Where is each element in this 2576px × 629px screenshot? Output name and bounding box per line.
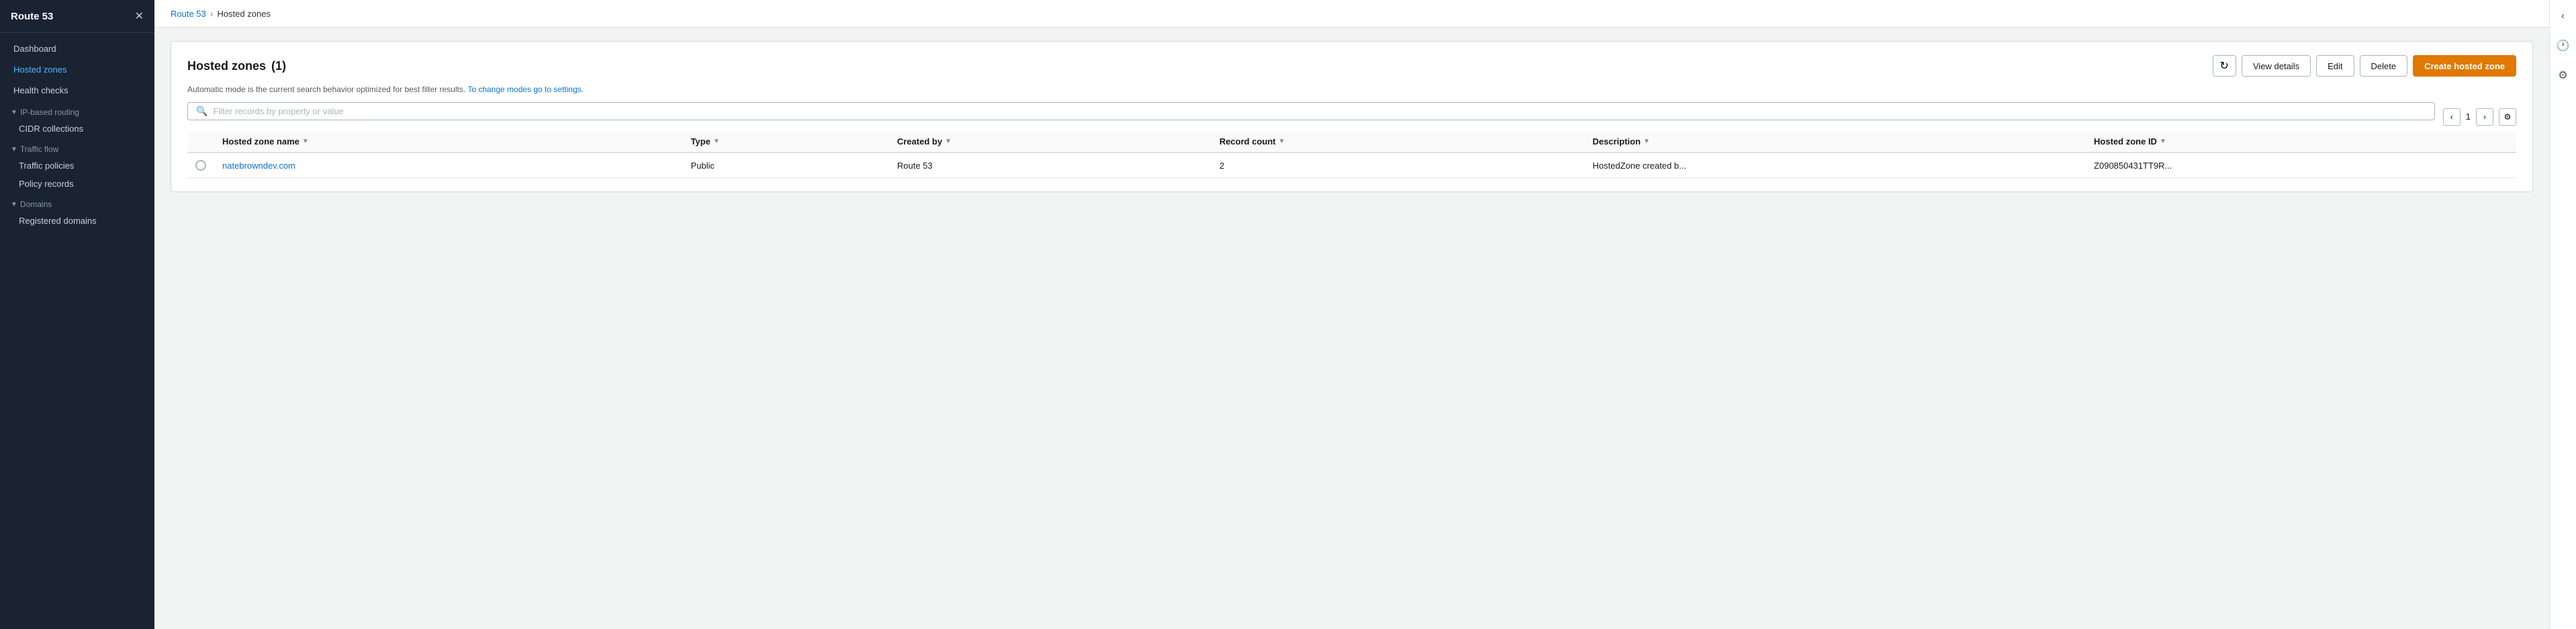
sidebar-item-traffic-policies[interactable]: Traffic policies: [0, 157, 154, 175]
chevron-down-icon: ▼: [11, 201, 17, 208]
hosted-zone-name-link[interactable]: natebrowndev.com: [222, 161, 295, 171]
right-panel: ‹ 🕐 ⚙: [2549, 0, 2576, 629]
view-details-button[interactable]: View details: [2242, 55, 2311, 77]
sidebar-nav: Dashboard Hosted zones Health checks ▼ I…: [0, 33, 154, 235]
row-record-count-cell: 2: [1211, 153, 1585, 178]
create-hosted-zone-button[interactable]: Create hosted zone: [2413, 55, 2516, 77]
sort-icon: ▼: [302, 138, 309, 145]
row-radio-button[interactable]: [195, 160, 206, 171]
sidebar-section-ip-routing[interactable]: ▼ IP-based routing: [0, 101, 154, 120]
table-body: natebrowndev.com Public Route 53 2 Hoste: [187, 153, 2516, 178]
chevron-down-icon: ▼: [11, 146, 17, 153]
hosted-zones-card: Hosted zones (1) ↻ View details Edit Del…: [171, 41, 2533, 192]
breadcrumb-link-route53[interactable]: Route 53: [171, 9, 206, 19]
row-description-cell: HostedZone created b...: [1585, 153, 2086, 178]
sidebar-item-cidr-collections[interactable]: CIDR collections: [0, 120, 154, 138]
sidebar-section-domains[interactable]: ▼ Domains: [0, 193, 154, 212]
breadcrumb-current-page: Hosted zones: [217, 9, 271, 19]
table-settings-button[interactable]: ⚙: [2499, 108, 2516, 126]
card-header: Hosted zones (1) ↻ View details Edit Del…: [187, 55, 2516, 77]
row-select-cell: [187, 153, 214, 178]
chevron-left-icon[interactable]: ‹: [2554, 7, 2573, 26]
hosted-zones-count: (1): [271, 59, 286, 73]
sidebar: Route 53 ✕ Dashboard Hosted zones Health…: [0, 0, 154, 629]
sidebar-section-traffic-flow[interactable]: ▼ Traffic flow: [0, 138, 154, 157]
search-bar: 🔍: [187, 102, 2435, 120]
search-input[interactable]: [213, 106, 2426, 116]
card-title-group: Hosted zones (1): [187, 59, 286, 73]
sort-icon: ▼: [1643, 138, 1650, 145]
prev-page-button[interactable]: ‹: [2443, 108, 2460, 126]
next-page-button[interactable]: ›: [2476, 108, 2493, 126]
edit-button[interactable]: Edit: [2316, 55, 2354, 77]
page-number: 1: [2466, 112, 2471, 122]
main-content: Route 53 › Hosted zones Hosted zones (1)…: [154, 0, 2549, 629]
sort-icon: ▼: [1279, 138, 1285, 145]
breadcrumb-separator: ›: [210, 8, 214, 19]
search-row: 🔍 ‹ 1 › ⚙: [187, 102, 2516, 131]
sidebar-item-health-checks[interactable]: Health checks: [0, 80, 154, 101]
hosted-zones-table: Hosted zone name ▼ Type ▼: [187, 131, 2516, 178]
info-text: Automatic mode is the current search beh…: [187, 85, 2516, 94]
col-created-by: Created by ▼: [889, 131, 1211, 153]
col-hosted-zone-name: Hosted zone name ▼: [214, 131, 683, 153]
row-hosted-zone-id-cell: Z090850431TT9R...: [2086, 153, 2516, 178]
col-description: Description ▼: [1585, 131, 2086, 153]
refresh-icon: ↻: [2220, 59, 2229, 73]
col-type: Type ▼: [683, 131, 889, 153]
card-actions: ↻ View details Edit Delete Create hosted…: [2213, 55, 2516, 77]
table-header: Hosted zone name ▼ Type ▼: [187, 131, 2516, 153]
search-icon: 🔍: [196, 106, 208, 117]
sort-icon: ▼: [945, 138, 952, 145]
clock-icon[interactable]: 🕐: [2554, 36, 2573, 55]
sidebar-item-policy-records[interactable]: Policy records: [0, 175, 154, 193]
card-title: Hosted zones: [187, 59, 266, 73]
col-record-count: Record count ▼: [1211, 131, 1585, 153]
sidebar-title: Route 53: [11, 11, 53, 22]
delete-button[interactable]: Delete: [2360, 55, 2408, 77]
sidebar-item-hosted-zones[interactable]: Hosted zones: [0, 59, 154, 80]
sidebar-item-registered-domains[interactable]: Registered domains: [0, 212, 154, 230]
chevron-down-icon: ▼: [11, 109, 17, 116]
col-hosted-zone-id: Hosted zone ID ▼: [2086, 131, 2516, 153]
settings-icon[interactable]: ⚙: [2554, 66, 2573, 85]
refresh-button[interactable]: ↻: [2213, 55, 2236, 77]
sidebar-item-dashboard[interactable]: Dashboard: [0, 38, 154, 59]
breadcrumb: Route 53 › Hosted zones: [154, 0, 2549, 28]
content-area: Hosted zones (1) ↻ View details Edit Del…: [154, 28, 2549, 629]
col-select: [187, 131, 214, 153]
table-row: natebrowndev.com Public Route 53 2 Hoste: [187, 153, 2516, 178]
row-name-cell: natebrowndev.com: [214, 153, 683, 178]
row-type-cell: Public: [683, 153, 889, 178]
sidebar-header: Route 53 ✕: [0, 0, 154, 33]
gear-icon: ⚙: [2504, 112, 2512, 122]
sort-icon: ▼: [713, 138, 720, 145]
row-created-by-cell: Route 53: [889, 153, 1211, 178]
sidebar-close-button[interactable]: ✕: [135, 9, 144, 23]
pagination: ‹ 1 › ⚙: [2443, 108, 2516, 126]
sort-icon: ▼: [2160, 138, 2166, 145]
settings-link[interactable]: To change modes go to settings.: [467, 85, 584, 94]
